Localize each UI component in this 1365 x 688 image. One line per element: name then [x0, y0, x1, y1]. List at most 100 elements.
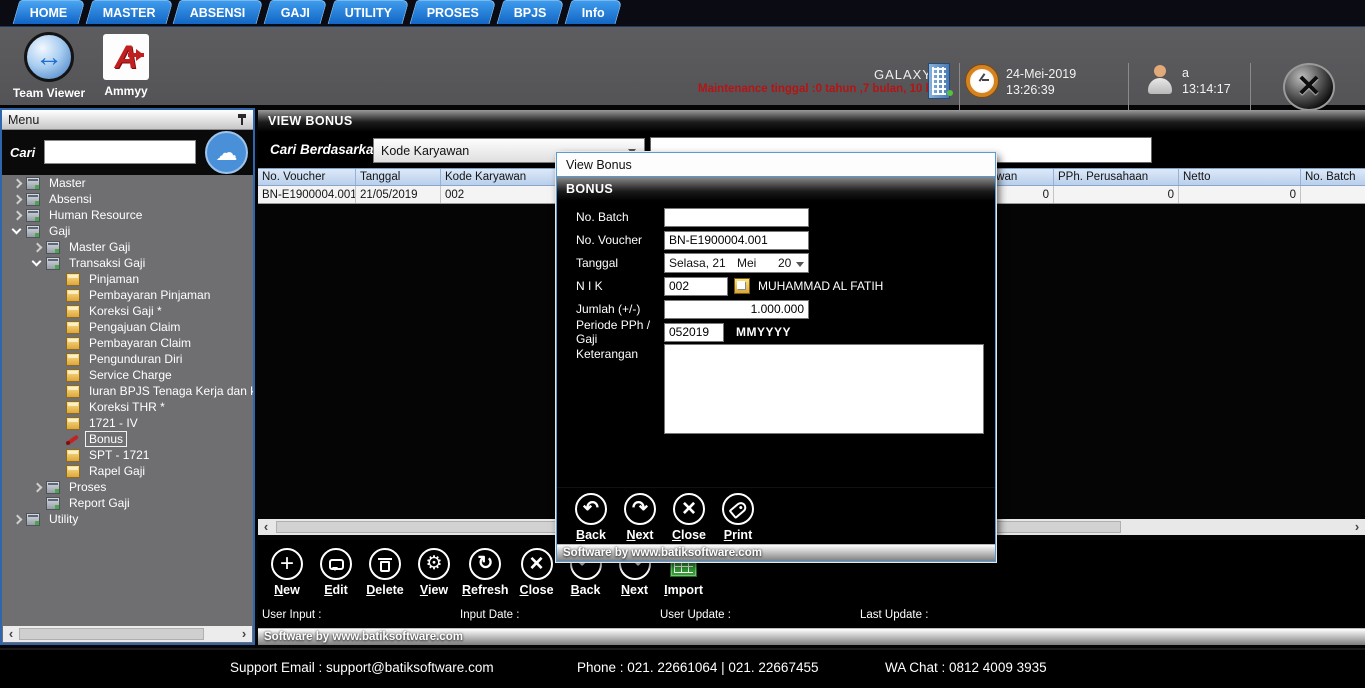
teamviewer-label: Team Viewer [10, 86, 88, 100]
table-cell [1301, 186, 1365, 203]
pin-icon[interactable] [237, 113, 247, 126]
tree-expander-icon[interactable] [10, 512, 24, 526]
search-cloud-button[interactable]: ☁ [205, 131, 248, 174]
toolbar-button[interactable]: View [413, 548, 455, 600]
tree-expander-icon[interactable] [50, 416, 64, 430]
tanggal-datepicker[interactable]: Selasa, 21 Mei 20 [664, 253, 809, 273]
sidebar-horizontal-scrollbar[interactable]: ‹ › [3, 626, 252, 642]
menu-tab[interactable]: MASTER [85, 0, 173, 24]
tree-item[interactable]: Pinjaman [2, 271, 253, 287]
toolbar-button[interactable]: Delete [364, 548, 406, 600]
toolbar-button[interactable]: Close [516, 548, 558, 600]
tree-item[interactable]: Proses [2, 479, 253, 495]
scroll-right-icon[interactable]: › [1349, 519, 1365, 535]
tree-expander-icon[interactable] [50, 272, 64, 286]
tree-expander-icon[interactable] [50, 464, 64, 478]
dialog-button[interactable]: Next [619, 493, 661, 545]
column-header[interactable]: Tanggal [356, 169, 441, 185]
menu-tab[interactable]: ABSENSI [173, 0, 263, 24]
tree-item[interactable]: Absensi [2, 191, 253, 207]
tree-expander-icon[interactable] [50, 288, 64, 302]
ammyy-launcher[interactable]: A Ammyy [96, 32, 156, 98]
toolbar-button-label: New [274, 583, 300, 597]
scroll-left-icon[interactable]: ‹ [3, 626, 19, 642]
no-batch-input[interactable] [664, 208, 809, 227]
field-row-tanggal: Tanggal Selasa, 21 Mei 20 [557, 252, 995, 274]
tree-item[interactable]: 1721 - IV [2, 415, 253, 431]
tree-item[interactable]: Pengunduran Diri [2, 351, 253, 367]
tree-expander-icon[interactable] [50, 400, 64, 414]
tree-item[interactable]: Koreksi Gaji * [2, 303, 253, 319]
dialog-button[interactable]: Back [570, 493, 612, 545]
tree-expander-icon[interactable] [50, 432, 64, 446]
menu-tab[interactable]: BPJS [497, 0, 565, 24]
no-voucher-input[interactable] [664, 231, 809, 250]
tree-expander-icon[interactable] [50, 448, 64, 462]
tree-expander-icon[interactable] [10, 224, 24, 238]
scroll-right-icon[interactable]: › [236, 626, 252, 642]
tree-item[interactable]: Pembayaran Pinjaman [2, 287, 253, 303]
tree-item[interactable]: Master [2, 175, 253, 191]
jumlah-input[interactable] [664, 300, 809, 319]
tree-item[interactable]: Human Resource [2, 207, 253, 223]
tree-item-icon [66, 417, 80, 430]
toolbar-button[interactable]: Edit [315, 548, 357, 600]
tree-expander-icon[interactable] [30, 256, 44, 270]
tree-item[interactable]: Pembayaran Claim [2, 335, 253, 351]
scrollbar-thumb[interactable] [19, 628, 204, 640]
keterangan-textarea[interactable] [664, 344, 984, 434]
tree-item[interactable]: Rapel Gaji [2, 463, 253, 479]
tree-expander-icon[interactable] [10, 176, 24, 190]
periode-input[interactable] [664, 323, 724, 342]
tree-expander-icon[interactable] [30, 240, 44, 254]
tree-item[interactable]: Bonus [2, 431, 253, 447]
tree-expander-icon[interactable] [50, 336, 64, 350]
tree-expander-icon[interactable] [30, 496, 44, 510]
tree-expander-icon[interactable] [10, 192, 24, 206]
app-window: { "tabs": [ {"label":"HOME","cls":"activ… [0, 0, 1365, 688]
toolbar-button[interactable]: New [266, 548, 308, 600]
tree-expander-icon[interactable] [50, 320, 64, 334]
menu-tab[interactable]: UTILITY [328, 0, 410, 24]
dialog-button[interactable]: Print [717, 493, 759, 545]
menu-tab[interactable]: Info [565, 0, 623, 24]
nik-input[interactable] [664, 277, 728, 296]
tree-item[interactable]: Gaji [2, 223, 253, 239]
tree-expander-icon[interactable] [10, 208, 24, 222]
tree-item-icon [66, 321, 80, 334]
tree-item[interactable]: Service Charge [2, 367, 253, 383]
dialog-button[interactable]: Close [668, 493, 710, 545]
dialog-button-label: Close [672, 528, 706, 542]
tree-item-label: Pinjaman [85, 271, 143, 287]
tree-item[interactable]: Report Gaji [2, 495, 253, 511]
employee-lookup-icon[interactable] [734, 278, 750, 294]
column-header[interactable]: PPh. Perusahaan [1054, 169, 1179, 185]
tree-item[interactable]: Utility [2, 511, 253, 527]
menu-tab[interactable]: GAJI [263, 0, 327, 24]
tree-expander-icon[interactable] [50, 368, 64, 382]
column-header[interactable]: No. Batch [1301, 169, 1365, 185]
menu-search-input[interactable] [44, 140, 196, 164]
scroll-left-icon[interactable]: ‹ [258, 519, 274, 535]
close-icon: ✕ [1296, 72, 1321, 102]
tree-item[interactable]: Iuran BPJS Tenaga Kerja dan kes [2, 383, 253, 399]
current-time: 13:26:39 [1006, 83, 1055, 97]
tree-item[interactable]: SPT - 1721 [2, 447, 253, 463]
toolbar-button[interactable]: Refresh [462, 548, 509, 600]
exit-app-button[interactable]: ✕ [1283, 63, 1335, 111]
menu-tab[interactable]: HOME [13, 0, 85, 24]
tree-item[interactable]: Koreksi THR * [2, 399, 253, 415]
column-header[interactable]: Netto [1179, 169, 1301, 185]
tree-expander-icon[interactable] [50, 352, 64, 366]
teamviewer-launcher[interactable]: ↔ Team Viewer [10, 32, 88, 100]
tree-item[interactable]: Master Gaji [2, 239, 253, 255]
column-header[interactable]: Kode Karyawan [441, 169, 556, 185]
tree-expander-icon[interactable] [30, 480, 44, 494]
column-header[interactable]: No. Voucher [258, 169, 356, 185]
tree-expander-icon[interactable] [50, 304, 64, 318]
tree-item[interactable]: Pengajuan Claim [2, 319, 253, 335]
dialog-button-icon [632, 499, 648, 519]
tree-expander-icon[interactable] [50, 384, 64, 398]
tree-item[interactable]: Transaksi Gaji [2, 255, 253, 271]
menu-tab[interactable]: PROSES [410, 0, 497, 24]
